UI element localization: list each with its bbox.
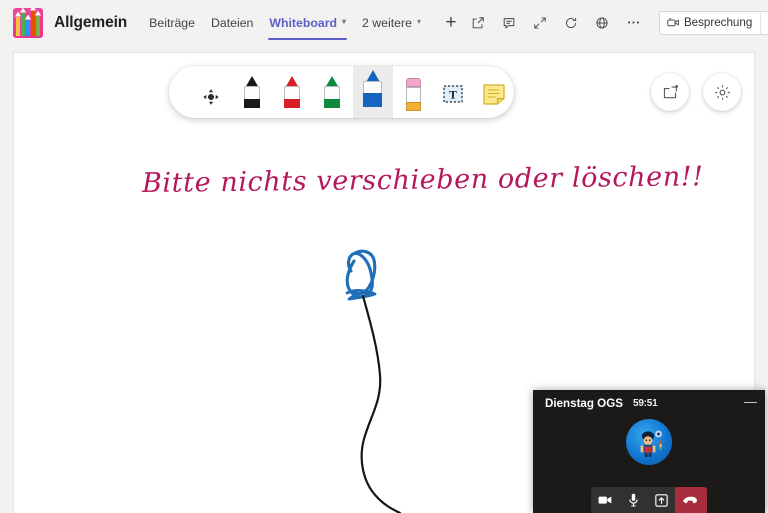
pen-blue-tool[interactable] bbox=[352, 66, 393, 118]
teams-window: Allgemein Beiträge Dateien Whiteboard ▾ … bbox=[0, 0, 768, 513]
call-panel: Dienstag OGS 59:51 — bbox=[533, 390, 765, 513]
pen-icon bbox=[323, 76, 341, 116]
sticky-note-tool[interactable] bbox=[474, 66, 514, 118]
share-screen-button[interactable] bbox=[647, 487, 675, 513]
expand-icon[interactable] bbox=[528, 10, 553, 35]
tab-bar: Beiträge Dateien Whiteboard ▾ 2 weitere … bbox=[141, 0, 463, 45]
tab-label: Whiteboard bbox=[269, 15, 338, 30]
globe-icon[interactable] bbox=[590, 10, 615, 35]
tab-dateien[interactable]: Dateien bbox=[203, 0, 261, 45]
avatar-figure-icon bbox=[640, 430, 662, 457]
chevron-down-icon: ▾ bbox=[416, 17, 421, 26]
call-controls bbox=[591, 487, 707, 513]
avatar bbox=[626, 419, 672, 465]
tab-beitraege[interactable]: Beiträge bbox=[141, 0, 203, 45]
move-arrows-icon bbox=[202, 88, 220, 106]
avatar-container bbox=[533, 419, 765, 465]
tab-label: Beiträge bbox=[149, 15, 195, 30]
more-options-icon[interactable] bbox=[621, 10, 646, 35]
meeting-button-label: Besprechung bbox=[683, 16, 753, 29]
tab-label: 2 weitere bbox=[362, 15, 412, 30]
minimize-call-button[interactable]: — bbox=[744, 395, 757, 412]
pen-green-tool[interactable] bbox=[312, 66, 352, 118]
whiteboard-heading: Bitte nichts verschieben oder löschen!! bbox=[141, 161, 704, 200]
share-board-button[interactable] bbox=[651, 73, 689, 111]
eraser-icon bbox=[405, 78, 421, 116]
add-tab-button[interactable]: + bbox=[439, 11, 463, 35]
call-timer: 59:51 bbox=[632, 397, 658, 409]
tab-whiteboard[interactable]: Whiteboard ▾ bbox=[261, 0, 354, 45]
balloon-string-drawing bbox=[360, 294, 402, 513]
video-camera-icon bbox=[660, 17, 680, 28]
whiteboard-toolbar: T bbox=[169, 66, 514, 118]
pen-icon bbox=[243, 76, 261, 116]
tab-more[interactable]: 2 weitere ▾ bbox=[354, 0, 429, 45]
text-box-icon: T bbox=[443, 84, 464, 104]
chevron-down-icon: ▾ bbox=[342, 17, 347, 26]
share-board-icon bbox=[662, 84, 679, 101]
pen-icon bbox=[283, 76, 301, 116]
text-tool[interactable]: T bbox=[433, 66, 473, 118]
chat-icon[interactable] bbox=[497, 10, 522, 35]
microphone-button[interactable] bbox=[619, 487, 647, 513]
call-title: Dienstag OGS bbox=[545, 396, 623, 410]
eraser-tool[interactable] bbox=[393, 66, 433, 118]
svg-text:T: T bbox=[450, 89, 458, 101]
pen-icon bbox=[362, 70, 383, 115]
share-screen-icon bbox=[654, 493, 668, 507]
phone-hangup-icon bbox=[683, 496, 699, 505]
meeting-button[interactable]: Besprechung ▾ bbox=[658, 10, 768, 35]
camera-button[interactable] bbox=[591, 487, 619, 513]
move-tool[interactable] bbox=[191, 66, 231, 118]
hang-up-button[interactable] bbox=[675, 487, 707, 513]
team-icon bbox=[13, 7, 43, 38]
page-title: Allgemein bbox=[54, 13, 128, 31]
pen-red-tool[interactable] bbox=[272, 66, 312, 118]
video-camera-icon bbox=[598, 495, 612, 505]
sticky-note-icon bbox=[483, 84, 505, 105]
gear-icon bbox=[714, 84, 731, 101]
microphone-icon bbox=[628, 493, 639, 507]
top-bar: Allgemein Beiträge Dateien Whiteboard ▾ … bbox=[0, 0, 768, 45]
tab-label: Dateien bbox=[210, 15, 254, 30]
call-header: Dienstag OGS 59:51 — bbox=[533, 390, 765, 416]
settings-button[interactable] bbox=[703, 73, 741, 111]
top-bar-actions: Besprechung ▾ bbox=[463, 10, 768, 35]
refresh-icon[interactable] bbox=[559, 10, 584, 35]
meeting-dropdown-button[interactable]: ▾ bbox=[760, 10, 768, 35]
open-in-new-window-icon[interactable] bbox=[466, 10, 491, 35]
pen-black-tool[interactable] bbox=[231, 66, 271, 118]
